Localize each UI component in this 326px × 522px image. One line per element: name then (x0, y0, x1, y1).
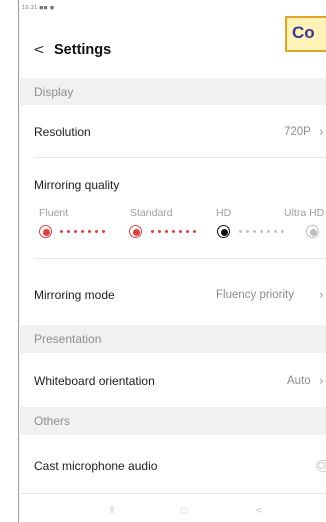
app-frame: 10:31 ◼◼ ● < Settings Co Display Resolut… (0, 0, 326, 522)
section-presentation: Presentation (20, 325, 326, 353)
window-edge (0, 0, 19, 522)
quality-option-hd-label: HD (216, 207, 232, 219)
mirroring-mode-row[interactable]: Mirroring mode Fluency priority › (20, 259, 326, 325)
status-bar-text: 10:31 ◼◼ ● (22, 5, 55, 11)
section-others-label: Others (34, 414, 71, 428)
whiteboard-orientation-label: Whiteboard orientation (34, 374, 155, 388)
divider (20, 493, 326, 494)
chevron-right-icon: › (319, 125, 324, 139)
cast-microphone-audio-toggle[interactable] (316, 460, 326, 472)
page-title: Settings (54, 42, 112, 58)
quality-option-fluent-label: Fluent (39, 207, 69, 219)
quality-radio-hd[interactable] (217, 225, 230, 238)
chevron-right-icon: › (319, 288, 324, 302)
chevron-right-icon: › (319, 374, 324, 388)
mirroring-mode-label: Mirroring mode (34, 288, 115, 302)
system-nav-bar: ⦀ ○ < (20, 506, 326, 522)
home-nav-icon[interactable]: ○ (180, 506, 188, 516)
quality-option-standard-label: Standard (130, 207, 173, 219)
cast-microphone-audio-row: Cast microphone audio (20, 435, 326, 493)
section-others: Others (20, 407, 326, 435)
quality-radio-ultra-hd[interactable] (306, 225, 319, 238)
recents-nav-icon[interactable]: ⦀ (110, 506, 114, 516)
cast-microphone-audio-label: Cast microphone audio (34, 459, 158, 473)
overlay-badge-text: Co (292, 23, 315, 42)
section-presentation-label: Presentation (34, 332, 102, 346)
mirroring-quality-label: Mirroring quality (34, 178, 120, 192)
resolution-value: 720P (284, 126, 311, 138)
quality-track-segment (239, 230, 289, 234)
whiteboard-orientation-row[interactable]: Whiteboard orientation Auto › (20, 353, 326, 407)
quality-radio-standard[interactable] (129, 225, 142, 238)
overlay-badge: Co (285, 16, 326, 52)
back-nav-icon[interactable]: < (255, 506, 263, 516)
resolution-label: Resolution (34, 125, 91, 139)
section-display: Display (20, 78, 326, 105)
quality-option-ultra-hd-label: Ultra HD (284, 207, 325, 219)
mirroring-mode-value: Fluency priority (216, 289, 294, 301)
quality-radio-fluent[interactable] (39, 225, 52, 238)
quality-track-segment (60, 230, 110, 234)
resolution-row[interactable]: Resolution 720P › (20, 105, 326, 157)
status-bar: 10:31 ◼◼ ● (20, 0, 326, 20)
mirroring-quality-row: Mirroring quality Fluent Standard HD Ult… (20, 158, 326, 258)
page-header: < Settings (20, 36, 326, 76)
quality-track-segment (151, 230, 201, 234)
chevron-left-icon[interactable]: < (33, 42, 45, 58)
whiteboard-orientation-value: Auto (287, 375, 311, 387)
section-display-label: Display (34, 85, 74, 99)
